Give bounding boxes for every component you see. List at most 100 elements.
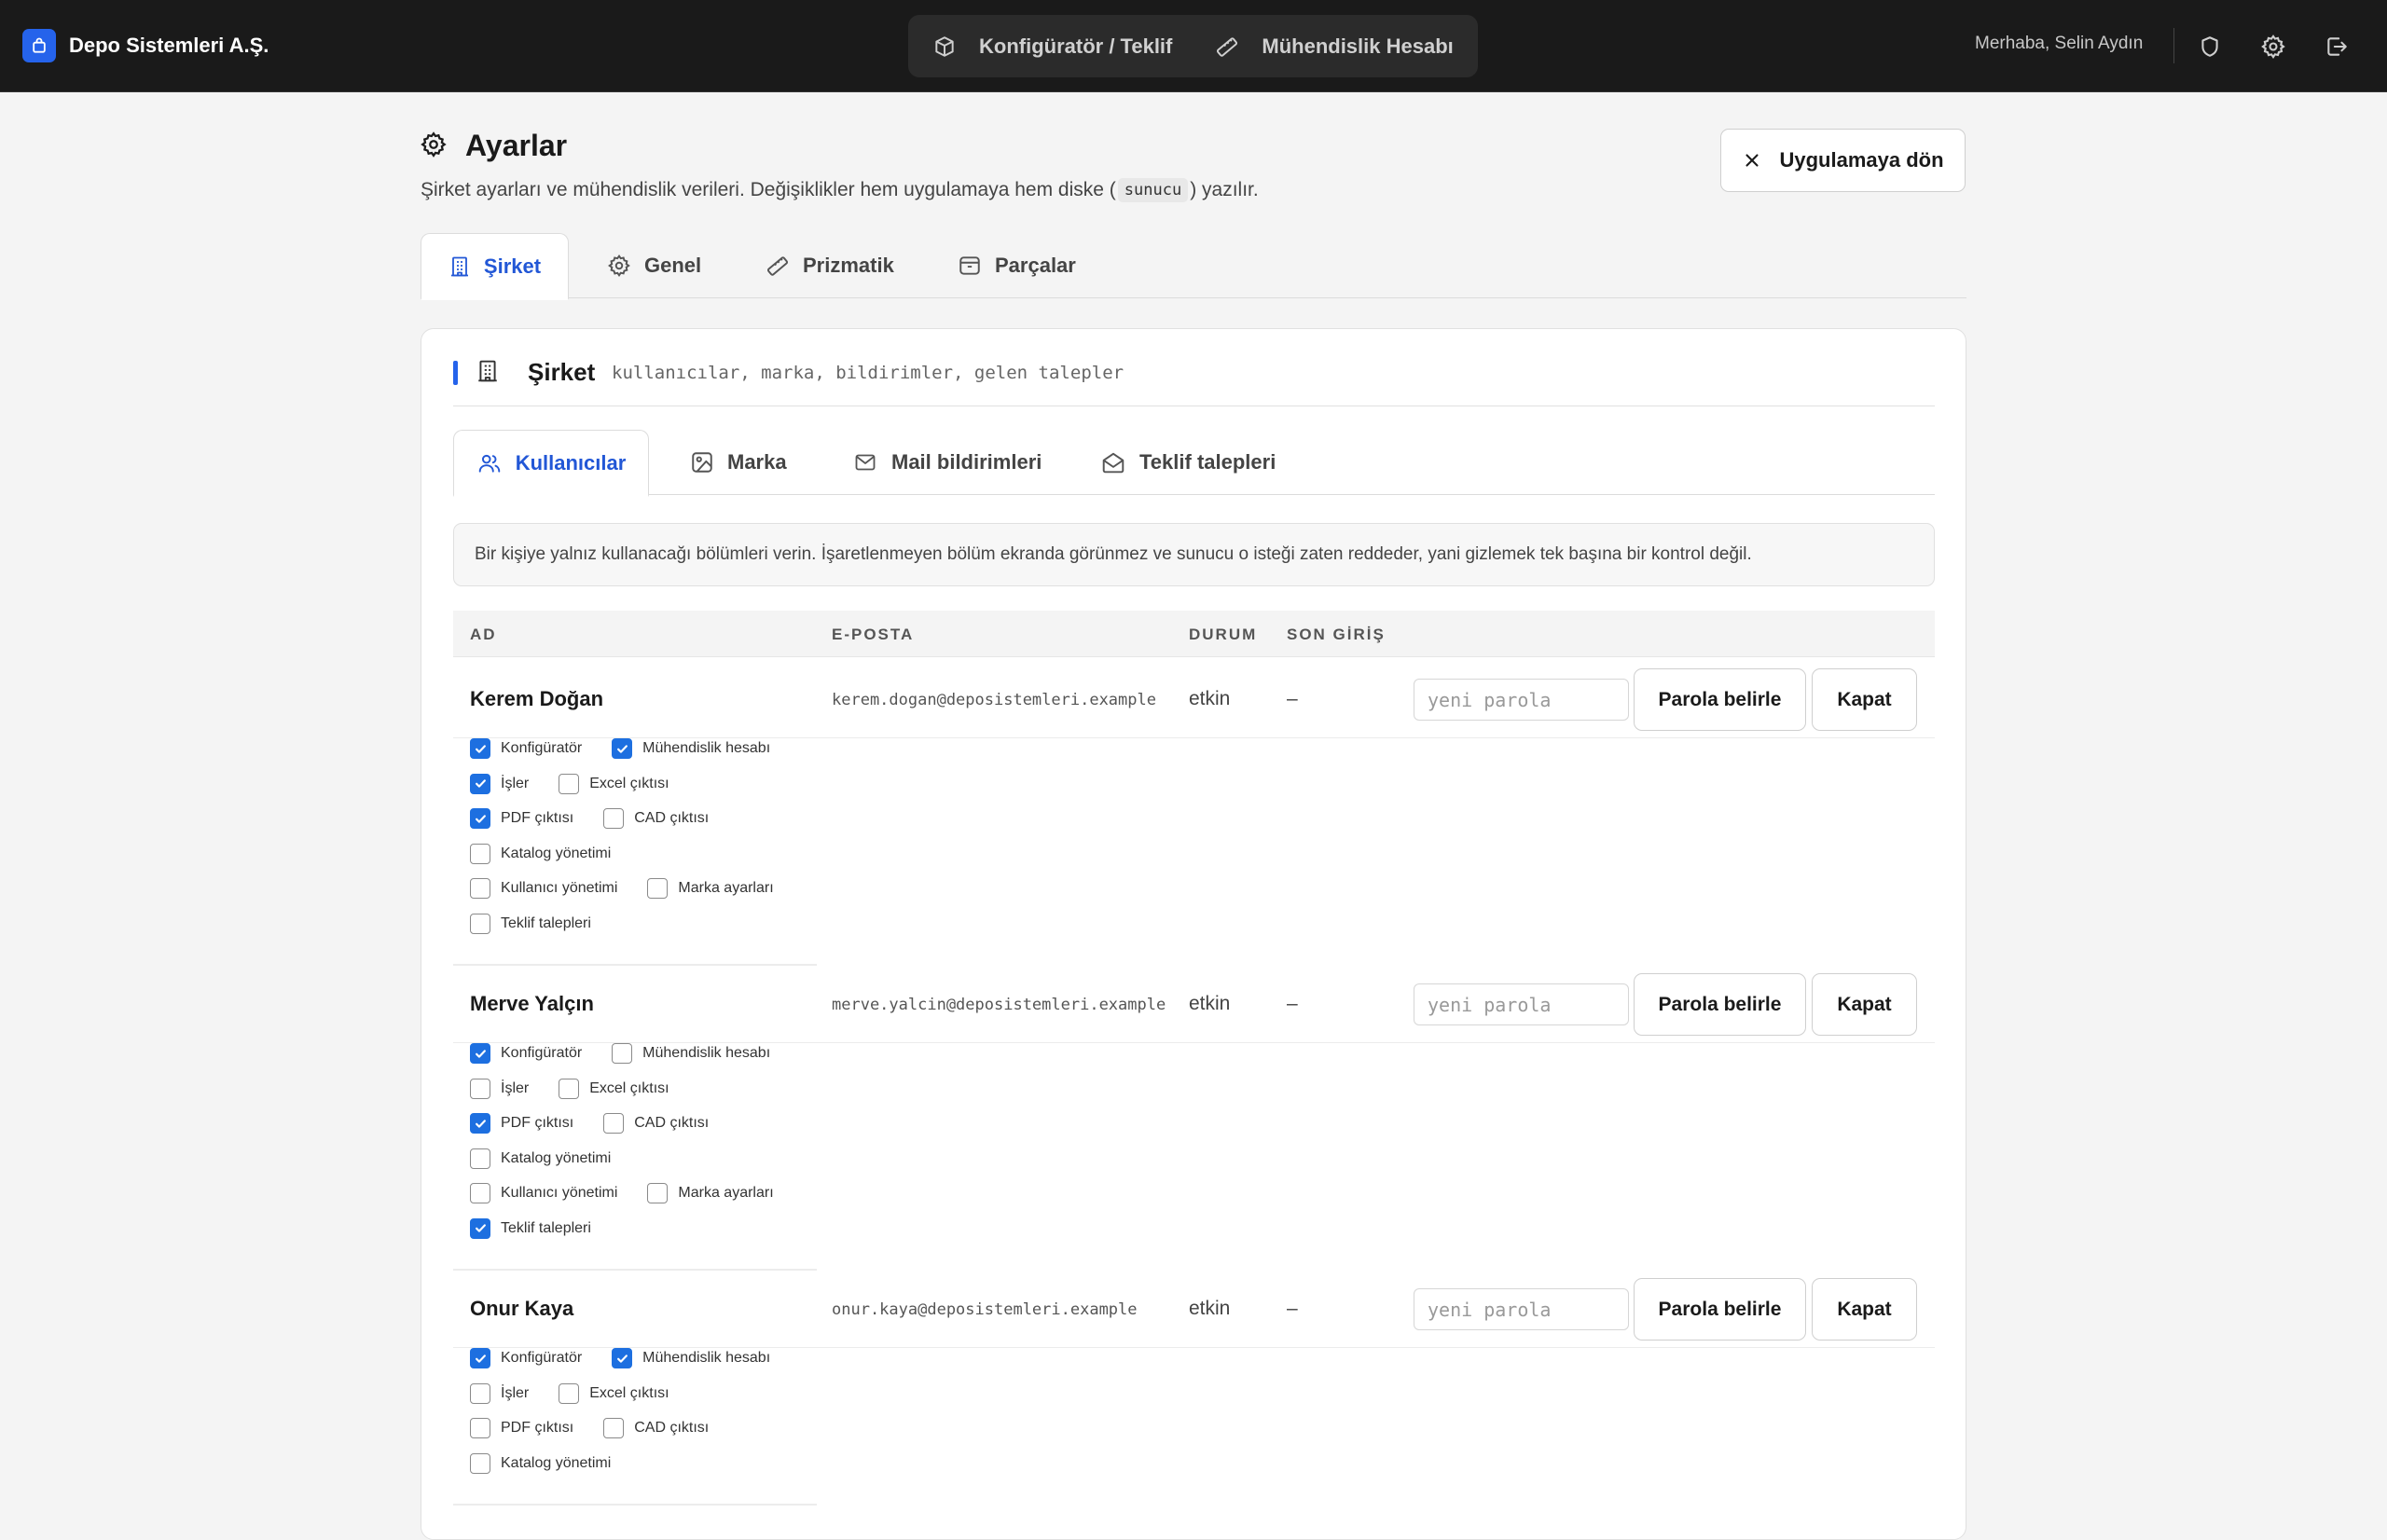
set-password-button[interactable]: Parola belirle bbox=[1634, 973, 1806, 1036]
permission-checkbox[interactable]: Katalog yönetimi bbox=[470, 1452, 611, 1474]
checkbox-checked[interactable] bbox=[470, 1113, 490, 1134]
permission-label: Marka ayarları bbox=[678, 880, 774, 896]
logout-icon[interactable] bbox=[2322, 32, 2352, 62]
permission-checkbox[interactable]: İşler bbox=[470, 773, 530, 794]
checkbox-unchecked[interactable] bbox=[470, 1418, 490, 1438]
new-password-input[interactable] bbox=[1414, 679, 1629, 721]
permission-checkbox[interactable]: Excel çıktısı bbox=[559, 1382, 669, 1404]
permission-checkbox[interactable]: Konfigüratör bbox=[470, 738, 582, 759]
new-password-input[interactable] bbox=[1414, 983, 1629, 1025]
checkbox-checked[interactable] bbox=[470, 1043, 490, 1064]
checkbox-unchecked[interactable] bbox=[470, 843, 490, 864]
permission-row: Konfigüratör Mühendislik hesabı bbox=[470, 1043, 770, 1064]
tab-parts[interactable]: Parçalar bbox=[958, 233, 1076, 298]
checkbox-unchecked[interactable] bbox=[470, 1148, 490, 1169]
tab-company[interactable]: Şirket bbox=[421, 233, 569, 300]
permission-label: Kullanıcı yönetimi bbox=[501, 880, 618, 896]
tab-prismatic[interactable]: Prizmatik bbox=[766, 233, 894, 298]
permissions-notice: Bir kişiye yalnız kullanacağı bölümleri … bbox=[453, 523, 1935, 586]
checkbox-unchecked[interactable] bbox=[470, 1382, 490, 1404]
tab-quote-requests[interactable]: Teklif talepleri bbox=[1100, 430, 1276, 495]
permission-checkbox[interactable]: Konfigüratör bbox=[470, 1043, 582, 1064]
shield-icon[interactable] bbox=[2195, 32, 2225, 62]
checkbox-unchecked[interactable] bbox=[470, 1078, 490, 1099]
checkbox-unchecked[interactable] bbox=[603, 808, 625, 829]
permission-checkbox[interactable]: Mühendislik hesabı bbox=[612, 1348, 770, 1368]
main-nav: Konfigüratör / Teklif Mühendislik Hesabı bbox=[908, 15, 1478, 77]
permission-label: Excel çıktısı bbox=[589, 1079, 669, 1096]
checkbox-checked[interactable] bbox=[612, 1348, 633, 1368]
permission-row: Katalog yönetimi bbox=[470, 843, 611, 864]
deactivate-user-button[interactable]: Kapat bbox=[1812, 1278, 1917, 1341]
checkbox-checked[interactable] bbox=[470, 738, 490, 759]
section-description: kullanıcılar, marka, bildirimler, gelen … bbox=[612, 363, 1125, 383]
permission-checkbox[interactable]: Teklif talepleri bbox=[470, 913, 591, 934]
subtitle-text-end: ) yazılır. bbox=[1190, 179, 1259, 200]
permission-checkbox[interactable]: İşler bbox=[470, 1382, 530, 1404]
checkbox-unchecked[interactable] bbox=[647, 1183, 669, 1203]
checkbox-checked[interactable] bbox=[470, 1348, 490, 1368]
gear-icon[interactable] bbox=[2258, 32, 2288, 62]
permission-checkbox[interactable]: Konfigüratör bbox=[470, 1348, 582, 1368]
tab-users[interactable]: Kullanıcılar bbox=[453, 430, 649, 497]
set-password-button[interactable]: Parola belirle bbox=[1634, 1278, 1806, 1341]
permission-checkbox[interactable]: PDF çıktısı bbox=[470, 1418, 573, 1438]
checkbox-checked[interactable] bbox=[612, 738, 633, 759]
tab-brand[interactable]: Marka bbox=[690, 430, 787, 495]
checkbox-unchecked[interactable] bbox=[559, 773, 580, 794]
checkbox-unchecked[interactable] bbox=[603, 1418, 625, 1438]
permission-row: Katalog yönetimi bbox=[470, 1452, 611, 1474]
deactivate-user-button[interactable]: Kapat bbox=[1812, 668, 1917, 731]
new-password-input[interactable] bbox=[1414, 1288, 1629, 1330]
permission-row: İşler Excel çıktısı bbox=[470, 1078, 669, 1099]
checkbox-unchecked[interactable] bbox=[647, 878, 669, 899]
permission-checkbox[interactable]: Excel çıktısı bbox=[559, 773, 669, 794]
permission-checkbox[interactable]: Marka ayarları bbox=[647, 878, 774, 899]
checkbox-unchecked[interactable] bbox=[470, 913, 490, 934]
nav-engineering[interactable]: Mühendislik Hesabı bbox=[1215, 34, 1454, 59]
check-icon bbox=[475, 1119, 486, 1128]
checkbox-unchecked[interactable] bbox=[612, 1043, 633, 1064]
checkbox-unchecked[interactable] bbox=[470, 1452, 490, 1474]
checkbox-unchecked[interactable] bbox=[603, 1113, 625, 1134]
deactivate-user-button[interactable]: Kapat bbox=[1812, 973, 1917, 1036]
greeting: Merhaba, Selin Aydın bbox=[1975, 34, 2144, 53]
brand[interactable]: Depo Sistemleri A.Ş. bbox=[22, 29, 269, 62]
permission-checkbox[interactable]: PDF çıktısı bbox=[470, 808, 573, 829]
permission-checkbox[interactable]: CAD çıktısı bbox=[603, 1418, 709, 1438]
checkbox-unchecked[interactable] bbox=[470, 878, 490, 899]
tab-general[interactable]: Genel bbox=[607, 233, 701, 298]
set-password-button[interactable]: Parola belirle bbox=[1634, 668, 1806, 731]
checkbox-checked[interactable] bbox=[470, 773, 490, 794]
permission-checkbox[interactable]: Kullanıcı yönetimi bbox=[470, 1183, 617, 1203]
back-to-app-button[interactable]: Uygulamaya dön bbox=[1720, 129, 1966, 192]
user-last-login: – bbox=[1287, 993, 1298, 1014]
permission-checkbox[interactable]: Mühendislik hesabı bbox=[612, 738, 770, 759]
permission-label: Mühendislik hesabı bbox=[642, 1350, 771, 1366]
checkbox-unchecked[interactable] bbox=[559, 1382, 580, 1404]
permission-label: Marka ayarları bbox=[678, 1185, 774, 1201]
checkbox-checked[interactable] bbox=[470, 808, 490, 829]
permission-checkbox[interactable]: CAD çıktısı bbox=[603, 1113, 709, 1134]
nav-configurator[interactable]: Konfigüratör / Teklif bbox=[932, 34, 1172, 59]
permission-checkbox[interactable]: Kullanıcı yönetimi bbox=[470, 878, 617, 899]
permission-label: İşler bbox=[501, 1384, 530, 1401]
permission-label: Excel çıktısı bbox=[589, 775, 669, 791]
permission-label: İşler bbox=[501, 775, 530, 791]
tab-parts-label: Parçalar bbox=[995, 254, 1076, 277]
checkbox-unchecked[interactable] bbox=[559, 1078, 580, 1099]
permission-checkbox[interactable]: Katalog yönetimi bbox=[470, 1148, 611, 1169]
permission-checkbox[interactable]: CAD çıktısı bbox=[603, 808, 709, 829]
permission-checkbox[interactable]: Marka ayarları bbox=[647, 1183, 774, 1203]
checkbox-unchecked[interactable] bbox=[470, 1183, 490, 1203]
permission-checkbox[interactable]: Excel çıktısı bbox=[559, 1078, 669, 1099]
tab-mail-notifications[interactable]: Mail bildirimleri bbox=[852, 430, 1042, 495]
permission-label: Mühendislik hesabı bbox=[642, 1045, 771, 1061]
permission-checkbox[interactable]: Teklif talepleri bbox=[470, 1217, 591, 1239]
user-last-login: – bbox=[1287, 1298, 1298, 1319]
checkbox-checked[interactable] bbox=[470, 1217, 490, 1239]
permission-checkbox[interactable]: İşler bbox=[470, 1078, 529, 1099]
permission-checkbox[interactable]: PDF çıktısı bbox=[470, 1113, 573, 1134]
permission-checkbox[interactable]: Mühendislik hesabı bbox=[612, 1043, 770, 1064]
permission-checkbox[interactable]: Katalog yönetimi bbox=[470, 843, 611, 864]
